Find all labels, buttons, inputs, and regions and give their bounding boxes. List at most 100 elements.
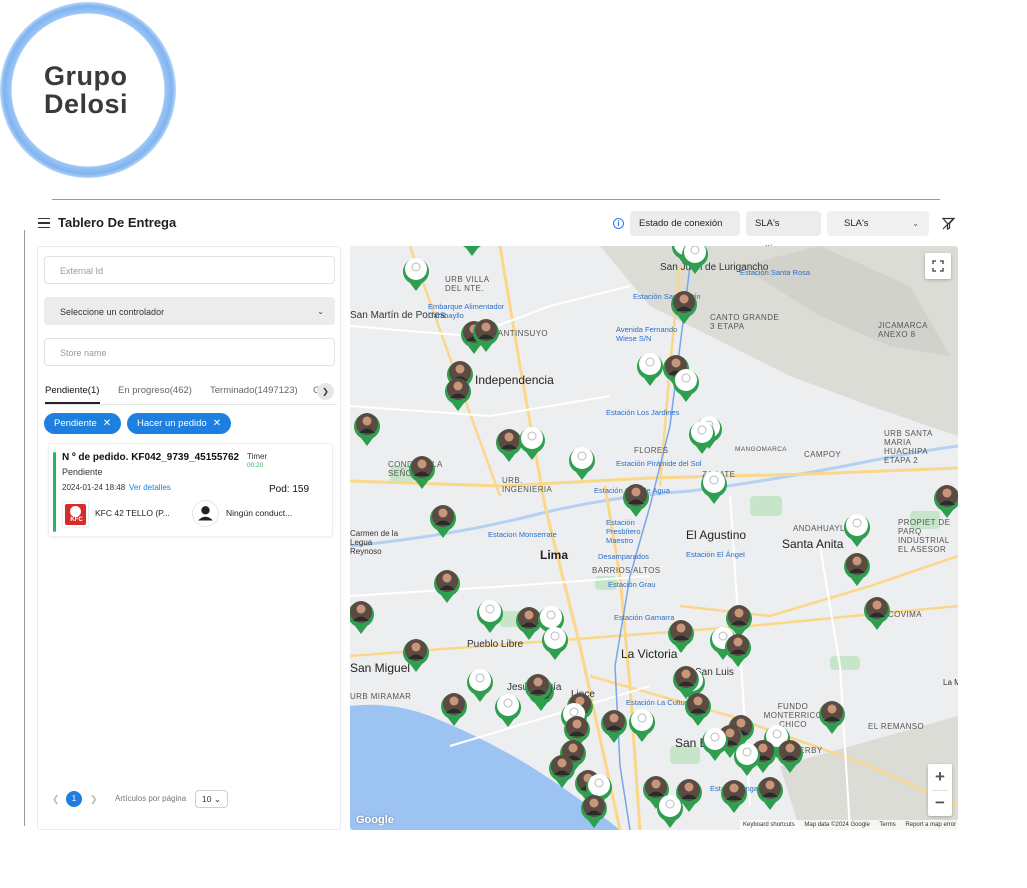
driver-photo-marker[interactable] [441,693,467,726]
fullscreen-button[interactable] [925,253,951,279]
sla-settings-button[interactable]: SLA's settings [746,211,821,254]
driver-placeholder-marker[interactable] [542,627,568,660]
driver-markers [350,246,958,828]
order-card[interactable]: N º de pedido. KF042_9739_45155762 Timer… [48,443,333,537]
terms-link[interactable]: Terms [879,822,895,828]
logo-line-2: Delosi [44,89,129,119]
driver-placeholder-marker[interactable] [495,694,521,727]
orders-panel: External Id Seleccione un controlador ⌄ … [37,246,341,830]
filter-chip-pendiente[interactable]: Pendiente ✕ [44,413,122,434]
driver-photo-marker[interactable] [668,620,694,653]
timer-value: 00:20 [247,462,264,469]
driver-photo-marker[interactable] [757,777,783,810]
next-page-icon[interactable]: ❯ [90,791,98,807]
tab-pendiente[interactable]: Pendiente(1) [45,385,99,396]
driver-placeholder-marker[interactable] [734,743,760,776]
driver-placeholder-marker[interactable] [629,709,655,742]
map-data-text: Map data ©2024 Google [804,822,870,828]
driver-placeholder-marker[interactable] [467,669,493,702]
store-logo: KFC [62,501,89,528]
page-title: Tablero De Entrega [58,215,177,230]
zoom-out-button[interactable]: − [928,790,952,816]
view-details-link[interactable]: Ver detalles [129,483,171,492]
close-icon[interactable]: ✕ [213,418,221,429]
order-status: Pendiente [62,467,103,477]
sla-select-value: SLA's [844,218,869,229]
connection-status-button[interactable]: Estado de conexión [630,211,740,251]
driver-placeholder-marker[interactable] [689,421,715,454]
driver-placeholder-marker[interactable] [637,353,663,386]
driver-photo-marker[interactable] [403,639,429,672]
tabs-scroll-right-icon[interactable]: ❯ [317,383,334,400]
sla-select[interactable]: SLA's ⌄ [827,211,929,236]
driver-name: Ningún conduct... [226,508,293,518]
driver-photo-marker[interactable] [459,246,485,256]
driver-placeholder-marker[interactable] [657,795,683,828]
driver-photo-marker[interactable] [685,693,711,726]
driver-avatar-icon [192,500,219,527]
chip-label: Pendiente [54,418,97,429]
driver-placeholder-marker[interactable] [844,514,870,547]
delivery-map[interactable]: San Juan de Lurigancho San Martín de Por… [350,246,958,830]
tab-terminado[interactable]: Terminado(1497123) [210,385,298,396]
order-number: N º de pedido. KF042_9739_45155762 [62,452,240,463]
order-status-bar [53,452,56,532]
driver-placeholder-marker[interactable] [701,471,727,504]
report-error-link[interactable]: Report a map error [905,822,956,828]
items-per-page-select[interactable]: 10 ⌄ [195,790,228,808]
driver-photo-marker[interactable] [496,429,522,462]
driver-placeholder-marker[interactable] [477,600,503,633]
driver-photo-marker[interactable] [721,780,747,813]
items-per-page-label: Artículos por página [115,794,187,803]
store-name-input[interactable]: Store name [44,338,335,366]
filter-chip-hacer-pedido[interactable]: Hacer un pedido ✕ [127,413,232,434]
driver-photo-marker[interactable] [777,740,803,773]
zoom-in-button[interactable]: + [928,764,952,790]
driver-photo-marker[interactable] [934,485,958,518]
driver-placeholder-marker[interactable] [682,246,708,274]
tab-en-progreso[interactable]: En progreso(462) [118,385,192,396]
driver-photo-marker[interactable] [409,456,435,489]
close-icon[interactable]: ✕ [103,418,111,429]
pod-number: Pod: 159 [269,484,310,495]
page-1-button[interactable]: 1 [66,791,82,807]
top-divider [52,199,940,200]
driver-placeholder-marker[interactable] [673,369,699,402]
driver-photo-marker[interactable] [350,601,374,634]
driver-photo-marker[interactable] [434,570,460,603]
driver-photo-marker[interactable] [354,413,380,446]
prev-page-icon[interactable]: ❮ [52,791,60,807]
driver-photo-marker[interactable] [581,795,607,828]
timer-label: Timer [247,452,268,461]
driver-placeholder-marker[interactable] [403,258,429,291]
controller-select[interactable]: Seleccione un controlador ⌄ [44,297,335,325]
driver-photo-marker[interactable] [549,755,575,788]
driver-photo-marker[interactable] [601,710,627,743]
driver-placeholder-marker[interactable] [702,728,728,761]
zoom-controls: + − [928,764,952,816]
external-id-input[interactable]: External Id [44,256,335,284]
driver-photo-marker[interactable] [516,607,542,640]
driver-photo-marker[interactable] [430,505,456,538]
menu-icon[interactable] [38,218,50,228]
store-logo-text: KFC [70,517,83,523]
driver-photo-marker[interactable] [445,378,471,411]
keyboard-shortcuts-link[interactable]: Keyboard shortcuts [743,822,795,828]
chevron-down-icon: ⌄ [317,307,324,316]
driver-photo-marker[interactable] [864,597,890,630]
info-icon[interactable]: i [613,218,624,229]
driver-photo-marker[interactable] [671,291,697,324]
status-tabs: Pendiente(1) En progreso(462) Terminado(… [45,383,337,405]
connection-status-label: Estado de conexión [639,218,723,229]
driver-photo-marker[interactable] [819,701,845,734]
driver-placeholder-marker[interactable] [569,447,595,480]
map-attribution: Keyboard shortcuts Map data ©2024 Google… [740,820,958,830]
driver-photo-marker[interactable] [844,553,870,586]
filter-off-icon[interactable] [942,217,955,230]
driver-photo-marker[interactable] [725,634,751,667]
driver-photo-marker[interactable] [623,484,649,517]
driver-placeholder-marker[interactable] [519,427,545,460]
chip-label: Hacer un pedido [137,418,207,429]
company-logo-text: Grupo Delosi [44,62,144,118]
logo-line-1: Grupo [44,61,128,91]
